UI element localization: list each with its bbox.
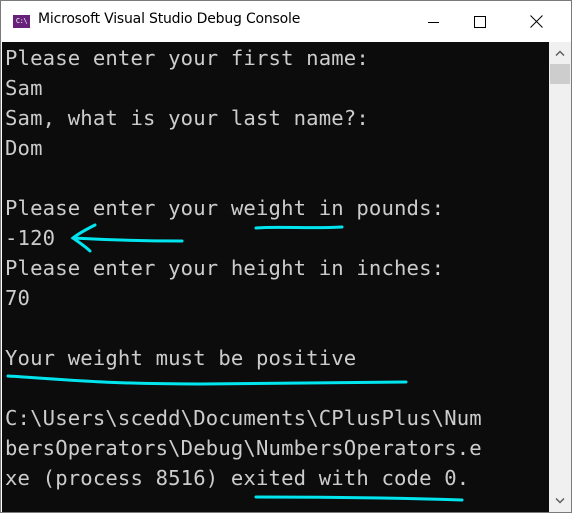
console-line: 70 bbox=[5, 286, 31, 310]
console-line: -120 bbox=[5, 226, 56, 250]
close-button[interactable] bbox=[503, 1, 570, 42]
console-line: Sam, what is your last name?: bbox=[5, 106, 369, 130]
scroll-down-button[interactable] bbox=[549, 490, 571, 512]
vertical-scrollbar[interactable] bbox=[549, 42, 571, 512]
scroll-up-button[interactable] bbox=[549, 42, 571, 64]
console-line: Please enter your weight in pounds: bbox=[5, 196, 445, 220]
maximize-icon bbox=[474, 15, 486, 28]
console-line: xe (process 8516) exited with code 0. bbox=[5, 466, 470, 490]
minimize-icon bbox=[428, 21, 439, 23]
console-line: Sam bbox=[5, 76, 43, 100]
console-app-icon: C:\ bbox=[13, 15, 30, 28]
console-line: C:\Users\scedd\Documents\CPlusPlus\Num bbox=[5, 406, 482, 430]
maximize-button[interactable] bbox=[457, 1, 503, 42]
console-line: Please enter your first name: bbox=[5, 46, 369, 70]
console-line: Please enter your height in inches: bbox=[5, 256, 445, 280]
console-line: Dom bbox=[5, 136, 43, 160]
window-title: Microsoft Visual Studio Debug Console bbox=[38, 11, 301, 27]
chevron-down-icon bbox=[555, 498, 565, 504]
console-line: bersOperators\Debug\NumbersOperators.e bbox=[5, 436, 482, 460]
close-icon bbox=[530, 15, 543, 28]
minimize-button[interactable] bbox=[411, 1, 457, 42]
title-bar[interactable]: C:\ Microsoft Visual Studio Debug Consol… bbox=[1, 1, 571, 42]
chevron-up-icon bbox=[555, 50, 565, 56]
console-output[interactable]: Please enter your first name: Sam Sam, w… bbox=[2, 42, 549, 512]
scroll-thumb[interactable] bbox=[550, 64, 570, 84]
console-line: Your weight must be positive bbox=[5, 346, 357, 370]
debug-console-window: C:\ Microsoft Visual Studio Debug Consol… bbox=[0, 0, 572, 513]
